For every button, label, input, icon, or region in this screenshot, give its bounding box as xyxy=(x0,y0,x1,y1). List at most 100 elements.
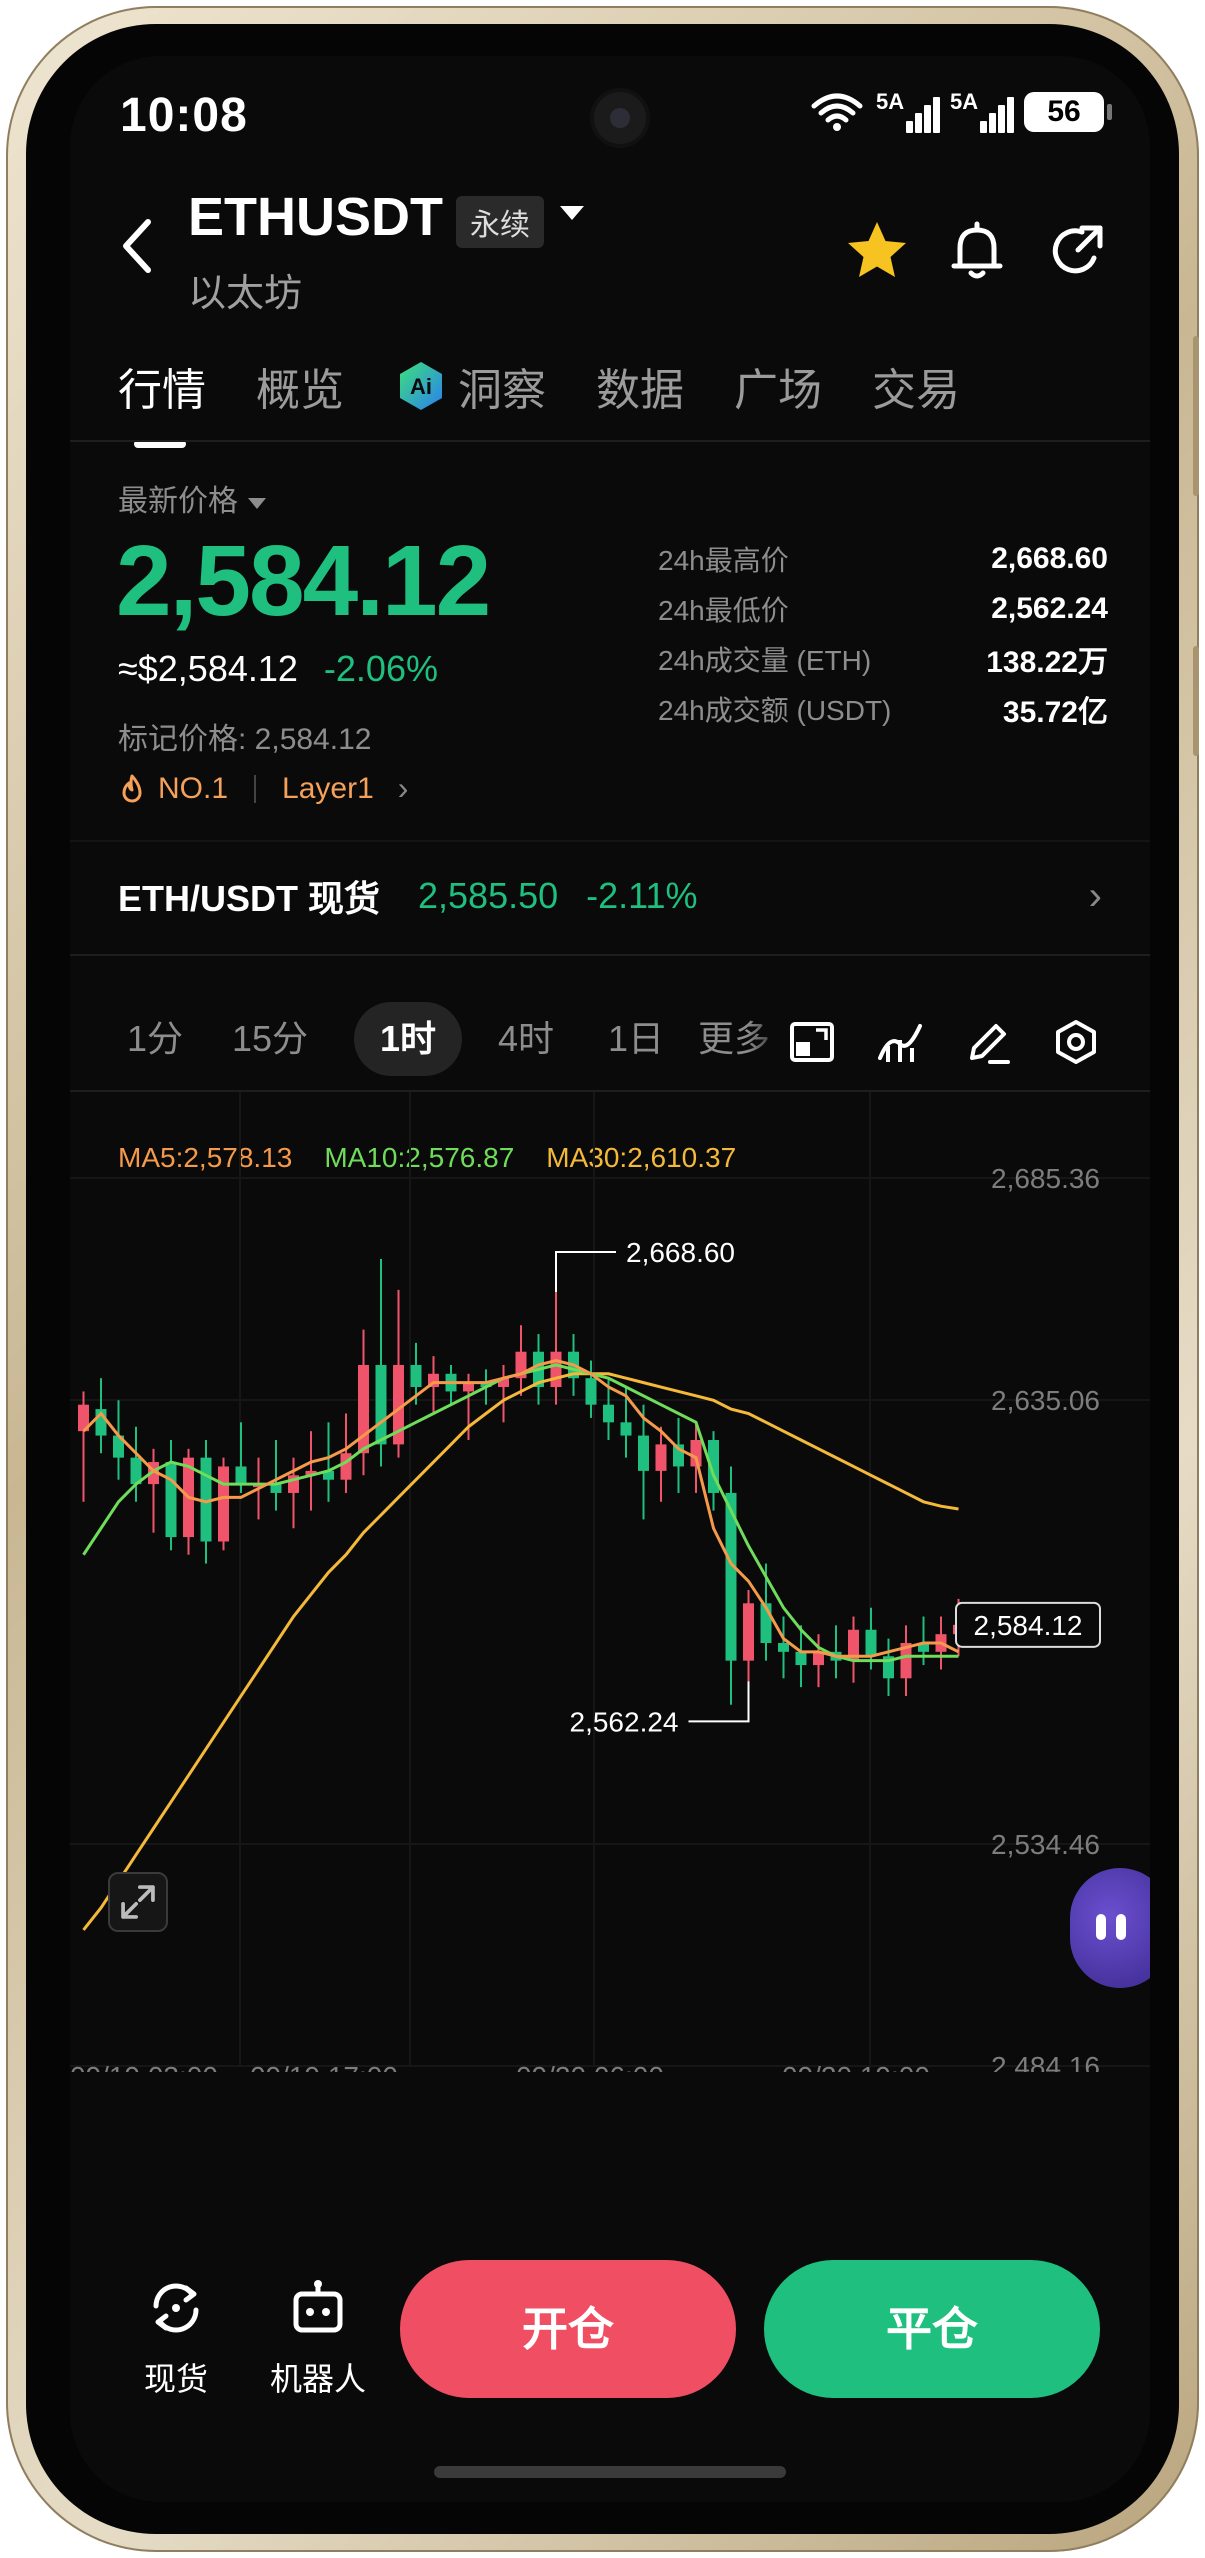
timeframe-1h[interactable]: 1时 xyxy=(354,1002,462,1076)
candle-body xyxy=(585,1378,597,1405)
assistant-bar-left xyxy=(1096,1914,1106,1940)
y-axis-tick-label: 2,635.06 xyxy=(991,1385,1100,1416)
x-axis-tick-label: 09/20 19:00 xyxy=(782,2061,930,2072)
spot-change: -2.11% xyxy=(586,875,698,916)
indicator-layout-icon[interactable] xyxy=(788,1018,836,1066)
high-price-label: 2,668.60 xyxy=(626,1237,735,1268)
cell-signal-label: 5A xyxy=(876,89,905,114)
candle-body xyxy=(375,1364,387,1445)
category-label: Layer1 xyxy=(282,771,374,805)
tab-square[interactable]: 广场 xyxy=(734,354,822,418)
tab-trade-label: 交易 xyxy=(872,366,960,415)
stat-row: 24h成交量 (ETH) 138.22万 xyxy=(658,634,1108,684)
tab-insight[interactable]: Ai 洞察 xyxy=(394,354,546,418)
battery-icon: 56 xyxy=(1024,92,1112,132)
stats-panel: 24h最高价 2,668.60 24h最低价 2,562.24 24h成交量 (ET… xyxy=(658,534,1108,734)
stat-key: 24h最高价 xyxy=(658,545,789,576)
timeframe-bar: 1分 15分 1时 4时 1日 更多 xyxy=(70,962,1150,1092)
spot-market-row[interactable]: ETH/USDT 现货 2,585.50 -2.11% › xyxy=(118,866,1102,926)
fullscreen-expand-icon[interactable] xyxy=(108,1872,168,1932)
y-axis-tick-label: 2,685.36 xyxy=(991,1163,1100,1194)
wifi-icon xyxy=(811,93,863,131)
latest-price-label[interactable]: 最新价格 xyxy=(118,476,266,520)
close-position-button[interactable]: 平仓 xyxy=(764,2260,1100,2398)
app-screen: 10:08 5A 5A 56 ETHUSDT 永续 以太坊 行情 概览 Ai 洞… xyxy=(70,56,1150,2502)
low-price-label: 2,562.24 xyxy=(570,1706,679,1737)
candlestick-chart[interactable]: 2,685.36 2,635.06 2,534.46 2,484.16 2,668.60… xyxy=(70,1092,1150,2072)
open-position-button[interactable]: 开仓 xyxy=(400,2260,736,2398)
status-bar: 10:08 5A 5A 56 xyxy=(70,56,1150,176)
ma10-line xyxy=(82,1363,959,1663)
perpetual-badge: 永续 xyxy=(456,196,544,248)
cell-signal-label-2: 5A xyxy=(950,89,979,114)
candle-body xyxy=(218,1466,229,1542)
candle-body xyxy=(550,1351,562,1388)
stat-value: 138.22万 xyxy=(986,646,1108,679)
ai-icon: Ai xyxy=(400,362,442,410)
timeframe-1d[interactable]: 1日 xyxy=(586,1002,686,1076)
share-icon[interactable] xyxy=(1042,216,1112,286)
stat-value: 2,668.60 xyxy=(991,542,1108,575)
x-axis-tick-label: 09/19 03:00 xyxy=(70,2061,218,2072)
candle-body xyxy=(795,1651,807,1666)
tab-overview-label: 概览 xyxy=(256,366,344,415)
spot-pair-name: ETH/USDT 现货 xyxy=(118,878,381,919)
settings-gear-icon[interactable] xyxy=(1052,1018,1100,1066)
candle-body xyxy=(340,1453,352,1480)
price-change: -2.06% xyxy=(323,648,438,689)
bot-shortcut-label: 机器人 xyxy=(269,2361,366,2397)
stat-value: 35.72亿 xyxy=(1002,696,1108,729)
timeframe-1m[interactable]: 1分 xyxy=(100,1002,210,1076)
y-axis-tick-label: 2,484.16 xyxy=(991,2051,1100,2072)
stat-key: 24h成交额 (USDT) xyxy=(658,695,892,726)
power-button xyxy=(1193,646,1199,756)
chevron-right-icon: › xyxy=(1088,873,1102,918)
cell-signal-icon: 5A xyxy=(876,89,940,133)
low-marker-line xyxy=(688,1681,750,1723)
tab-trade[interactable]: 交易 xyxy=(872,354,960,418)
y-axis-tick-label: 2,534.46 xyxy=(991,1829,1100,1860)
stat-key: 24h成交量 (ETH) xyxy=(658,645,872,676)
svg-text:Ai: Ai xyxy=(410,374,432,399)
candle-body xyxy=(235,1466,247,1485)
assistant-floating-button[interactable] xyxy=(1070,1868,1150,1988)
spot-divider xyxy=(70,954,1150,956)
rank-row[interactable]: NO.1 Layer1 › xyxy=(118,770,408,807)
volume-button xyxy=(1193,336,1199,496)
timeframe-more[interactable]: 更多 xyxy=(698,1002,788,1076)
asset-name: 以太坊 xyxy=(188,273,303,315)
bell-icon[interactable] xyxy=(942,216,1012,286)
spot-shortcut[interactable]: 现货 xyxy=(116,2276,236,2400)
status-time: 10:08 xyxy=(120,89,248,142)
price-divider xyxy=(70,840,1150,842)
bot-shortcut[interactable]: 机器人 xyxy=(258,2276,378,2400)
draw-pencil-icon[interactable] xyxy=(964,1018,1012,1066)
timeframe-15m[interactable]: 15分 xyxy=(210,1002,330,1076)
back-arrow-icon[interactable] xyxy=(118,216,158,276)
candle-body xyxy=(620,1422,632,1436)
tab-square-label: 广场 xyxy=(734,366,822,415)
candle-body xyxy=(165,1462,177,1538)
candle-body xyxy=(410,1364,422,1388)
contract-symbol[interactable]: ETHUSDT xyxy=(188,186,443,248)
tabs-divider xyxy=(70,440,1150,442)
indicator-icon[interactable] xyxy=(876,1018,924,1066)
tab-market[interactable]: 行情 xyxy=(118,354,206,448)
stat-value: 2,562.24 xyxy=(991,592,1108,625)
main-tabs: 行情 概览 Ai 洞察 数据 广场 交易 xyxy=(118,346,1010,448)
home-indicator xyxy=(434,2466,786,2478)
candle-body xyxy=(778,1643,789,1652)
spot-shortcut-label: 现货 xyxy=(143,2361,208,2397)
favorite-star-icon[interactable] xyxy=(842,216,912,286)
symbol-dropdown-icon[interactable] xyxy=(560,206,584,220)
high-marker-line xyxy=(555,1250,616,1292)
stat-key: 24h最低价 xyxy=(658,595,789,626)
front-camera xyxy=(594,92,646,144)
tab-overview[interactable]: 概览 xyxy=(256,354,344,418)
chevron-right-icon: › xyxy=(397,770,409,806)
stat-row: 24h最低价 2,562.24 xyxy=(658,584,1108,634)
candle-body xyxy=(638,1435,649,1471)
tab-data[interactable]: 数据 xyxy=(596,354,684,418)
timeframe-4h[interactable]: 4时 xyxy=(476,1002,576,1076)
usd-price: ≈$2,584.12 xyxy=(118,648,298,689)
